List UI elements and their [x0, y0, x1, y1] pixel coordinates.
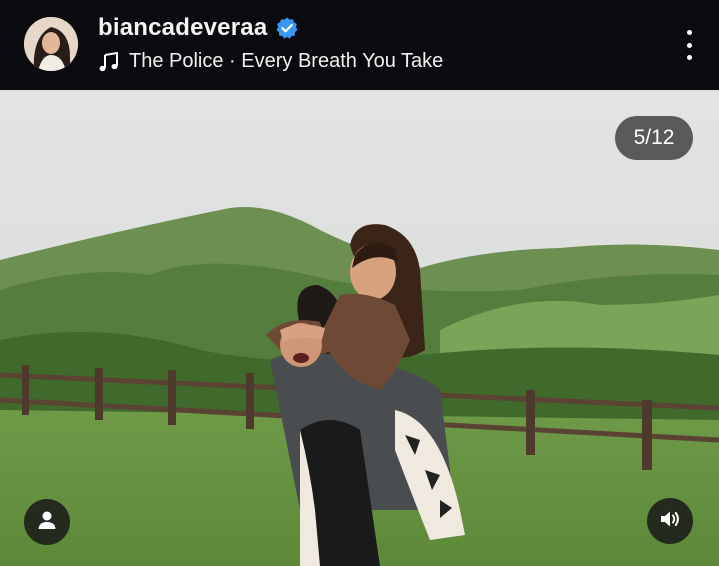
tagged-users-button[interactable]: [24, 499, 70, 545]
verified-badge-icon: [275, 16, 299, 40]
audio-toggle-button[interactable]: [647, 498, 693, 544]
username-row: biancadeveraa: [98, 14, 299, 42]
music-note-icon: [98, 51, 120, 73]
post-photo[interactable]: [0, 90, 719, 566]
username[interactable]: biancadeveraa: [98, 14, 267, 42]
music-row[interactable]: The Police · Every Breath You Take: [98, 50, 443, 73]
carousel-counter: 5/12: [615, 116, 693, 160]
avatar[interactable]: [24, 17, 78, 71]
user-icon: [36, 509, 58, 536]
more-vertical-icon[interactable]: [685, 30, 693, 60]
post-header: biancadeveraa The Police · Every Breath …: [0, 0, 719, 90]
song-label: The Police · Every Breath You Take: [129, 50, 444, 72]
speaker-icon: [658, 507, 682, 536]
